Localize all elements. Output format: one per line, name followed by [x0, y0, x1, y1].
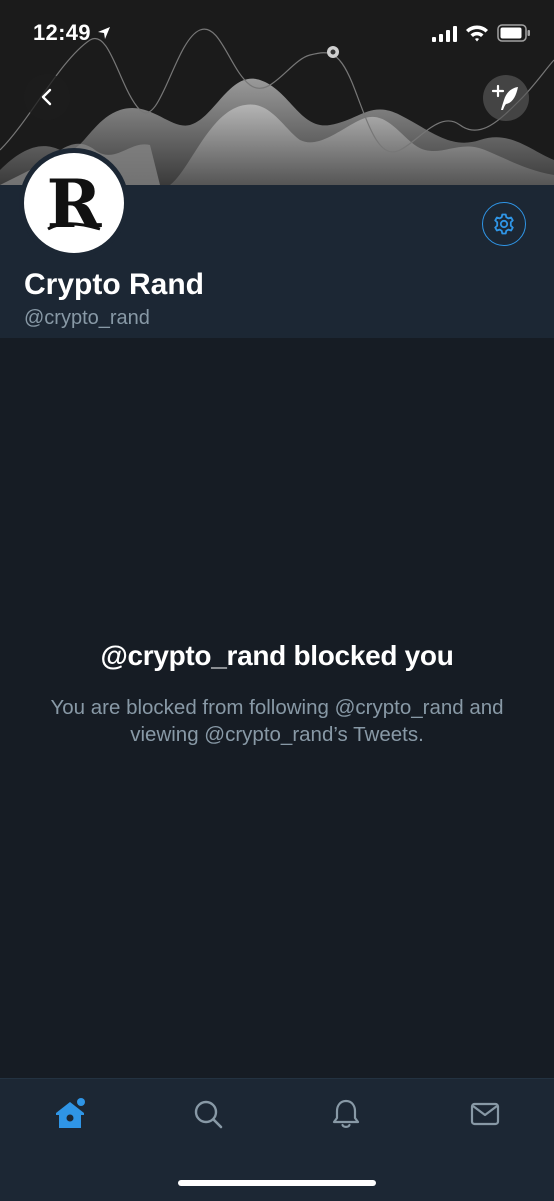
tab-search[interactable] — [186, 1092, 230, 1136]
plus-feather-compose-icon — [491, 84, 518, 110]
avatar-logo: R — [47, 165, 103, 243]
tab-messages[interactable] — [463, 1092, 507, 1136]
tab-home[interactable] — [48, 1092, 92, 1136]
location-arrow-icon — [98, 27, 110, 39]
gear-icon — [494, 213, 514, 235]
back-button[interactable] — [24, 74, 70, 120]
tab-notifications[interactable] — [324, 1092, 368, 1136]
wifi-icon — [466, 25, 488, 42]
bell-icon — [332, 1099, 360, 1128]
status-time: 12:49 — [33, 20, 91, 45]
cellular-signal-icon — [432, 26, 457, 42]
profile-display-name: Crypto Rand — [24, 268, 204, 301]
avatar[interactable]: R — [19, 148, 129, 258]
envelope-icon — [470, 1102, 500, 1126]
avatar-letter: R — [47, 165, 103, 243]
home-indicator[interactable] — [178, 1180, 376, 1186]
search-icon — [194, 1100, 223, 1129]
chevron-left-icon — [41, 88, 52, 106]
blocked-title: @crypto_rand blocked you — [100, 640, 454, 671]
battery-icon — [497, 24, 530, 42]
blocked-message: You are blocked from following @crypto_r… — [50, 696, 504, 746]
profile-settings-button[interactable] — [482, 202, 526, 246]
profile-handle: @crypto_rand — [24, 307, 150, 329]
home-icon — [56, 1098, 85, 1128]
compose-tweet-button[interactable] — [483, 75, 529, 121]
avatar-image: R — [24, 153, 124, 253]
status-bar: 12:49 — [0, 0, 554, 70]
